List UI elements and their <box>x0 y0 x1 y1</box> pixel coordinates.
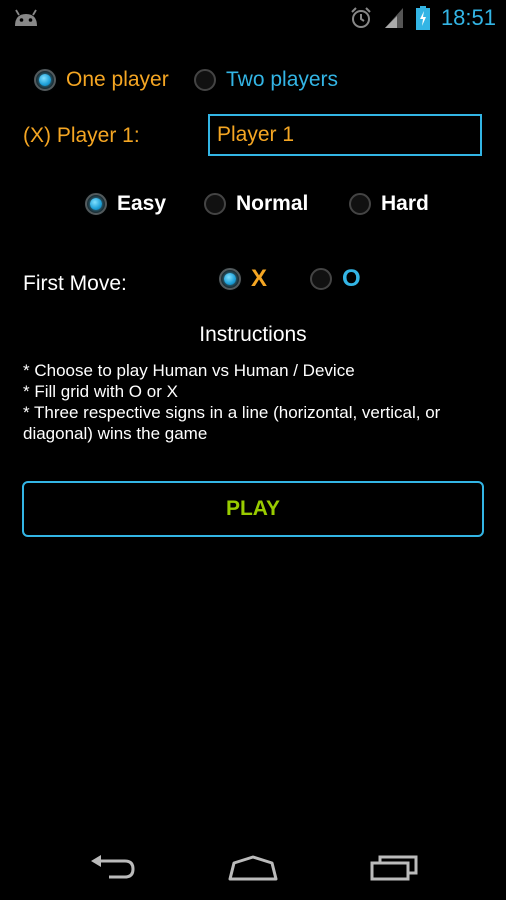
instruction-line: * Choose to play Human vs Human / Device <box>23 361 355 380</box>
radio-hard[interactable]: Hard <box>349 192 429 216</box>
clock: 18:51 <box>440 5 496 30</box>
back-button[interactable] <box>80 848 144 888</box>
radio-easy[interactable]: Easy <box>85 192 166 216</box>
instruction-line: * Three respective signs in a line (hori… <box>23 403 441 443</box>
radio-label: One player <box>66 68 169 91</box>
radio-first-move-x[interactable]: X <box>219 265 267 293</box>
instructions-text: * Choose to play Human vs Human / Device… <box>23 360 493 444</box>
radio-two-players[interactable]: Two players <box>194 68 338 92</box>
player1-name-input[interactable] <box>208 114 482 156</box>
signal-icon <box>383 6 405 30</box>
radio-normal[interactable]: Normal <box>204 192 308 216</box>
first-move-label: First Move: <box>23 272 127 295</box>
radio-button[interactable] <box>310 268 332 290</box>
radio-label: Two players <box>226 68 339 91</box>
navigation-bar <box>0 836 506 900</box>
radio-button-checked[interactable] <box>219 268 241 290</box>
radio-label: O <box>342 265 361 292</box>
radio-button[interactable] <box>194 69 216 91</box>
instruction-line: * Fill grid with O or X <box>23 382 178 401</box>
radio-button-checked[interactable] <box>85 193 107 215</box>
recents-button[interactable] <box>362 848 426 888</box>
radio-label: X <box>251 265 268 292</box>
home-icon <box>228 855 278 881</box>
instructions-title: Instructions <box>199 323 307 346</box>
radio-label: Hard <box>381 192 429 215</box>
radio-one-player[interactable]: One player <box>34 68 169 92</box>
status-bar: 18:51 <box>0 0 506 36</box>
radio-first-move-o[interactable]: O <box>310 265 361 293</box>
radio-button[interactable] <box>349 193 371 215</box>
player1-label: (X) Player 1: <box>23 124 140 147</box>
back-icon <box>91 855 135 879</box>
android-icon <box>15 9 37 26</box>
radio-button[interactable] <box>204 193 226 215</box>
radio-label: Normal <box>236 192 309 215</box>
alarm-icon <box>349 6 373 30</box>
play-button[interactable]: PLAY <box>22 481 484 537</box>
recents-icon <box>370 855 418 881</box>
home-button[interactable] <box>221 848 285 888</box>
radio-label: Easy <box>117 192 167 215</box>
battery-charging-icon <box>415 5 431 31</box>
radio-button-checked[interactable] <box>34 69 56 91</box>
